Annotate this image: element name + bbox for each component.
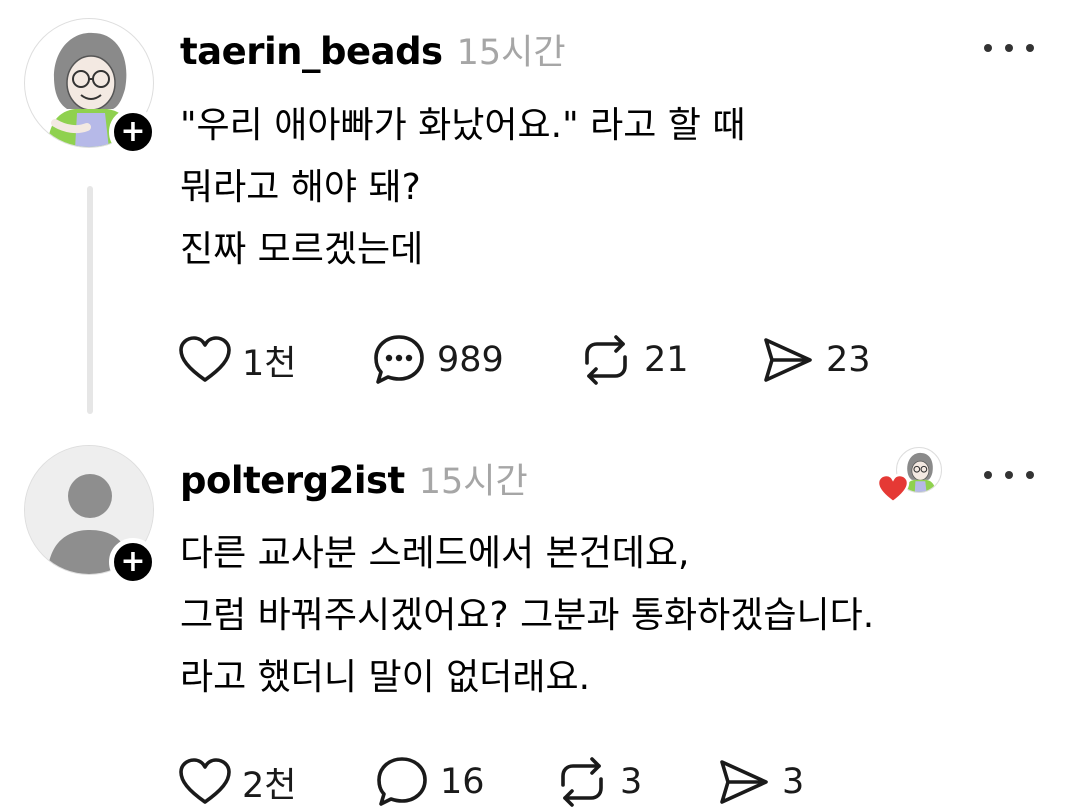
post-text-line: 진짜 모르겠는데 <box>180 229 424 270</box>
post-text-line: 다른 교사분 스레드에서 본건데요, <box>180 533 690 574</box>
like-button[interactable]: 1천 <box>178 332 296 388</box>
repost-count: 3 <box>620 762 643 802</box>
timestamp: 15시간 <box>418 462 528 502</box>
share-count: 3 <box>782 762 805 802</box>
repost-icon <box>585 335 627 385</box>
repost-button[interactable]: 21 <box>578 332 689 388</box>
post-text-line: "우리 애아빠가 화났어요." 라고 할 때 <box>180 105 746 146</box>
share-button[interactable]: 23 <box>760 332 871 388</box>
like-count: 1천 <box>242 343 297 384</box>
send-icon <box>764 338 812 382</box>
follow-button[interactable]: + <box>109 108 157 156</box>
post-text: 다른 교사분 스레드에서 본건데요, 그럼 바꿔주시겠어요? 그분과 통화하겠습… <box>180 523 874 709</box>
action-bar: 2천 16 3 3 <box>178 754 938 810</box>
comment-count: 989 <box>437 340 504 380</box>
comment-icon <box>374 335 424 384</box>
more-icon <box>984 44 992 52</box>
like-count: 2천 <box>242 765 297 806</box>
more-button[interactable] <box>984 463 1034 487</box>
send-icon <box>720 760 768 804</box>
heart-icon <box>179 758 231 804</box>
liked-by-author <box>876 447 946 507</box>
timestamp: 15시간 <box>456 33 566 73</box>
action-bar: 1천 989 21 23 <box>178 332 938 388</box>
repost-button[interactable]: 3 <box>554 754 642 810</box>
comment-button[interactable]: 16 <box>374 754 485 810</box>
username[interactable]: polterg2ist <box>180 459 405 502</box>
plus-icon: + <box>120 114 146 149</box>
post-text: "우리 애아빠가 화났어요." 라고 할 때 뭐라고 해야 돼? 진짜 모르겠는… <box>180 95 745 281</box>
more-button[interactable] <box>984 36 1034 60</box>
share-count: 23 <box>826 340 871 380</box>
like-button[interactable]: 2천 <box>178 754 296 810</box>
post-text-line: 그럼 바꿔주시겠어요? 그분과 통화하겠습니다. <box>180 595 875 636</box>
repost-icon <box>561 757 603 807</box>
thread-line <box>87 186 93 414</box>
more-icon <box>984 471 992 479</box>
heart-badge-icon <box>876 473 910 504</box>
repost-count: 21 <box>644 340 689 380</box>
comment-count: 16 <box>440 762 485 802</box>
thread-post: + taerin_beads 15시간 "우리 애아빠가 화났어요." 라고 할… <box>0 0 1080 420</box>
comment-icon <box>377 757 427 806</box>
post-text-line: 뭐라고 해야 돼? <box>180 167 421 208</box>
post-header: polterg2ist 15시간 <box>180 453 528 504</box>
post-text-line: 라고 했더니 말이 없더래요. <box>180 657 591 698</box>
username[interactable]: taerin_beads <box>180 30 443 73</box>
thread-post: + polterg2ist 15시간 다른 교사분 스레드에서 본건데요, 그럼… <box>0 425 1080 807</box>
plus-icon: + <box>120 544 146 579</box>
post-header: taerin_beads 15시간 <box>180 24 566 75</box>
follow-button[interactable]: + <box>109 538 157 586</box>
comment-button[interactable]: 989 <box>371 332 504 388</box>
heart-icon <box>179 336 231 382</box>
share-button[interactable]: 3 <box>716 754 804 810</box>
